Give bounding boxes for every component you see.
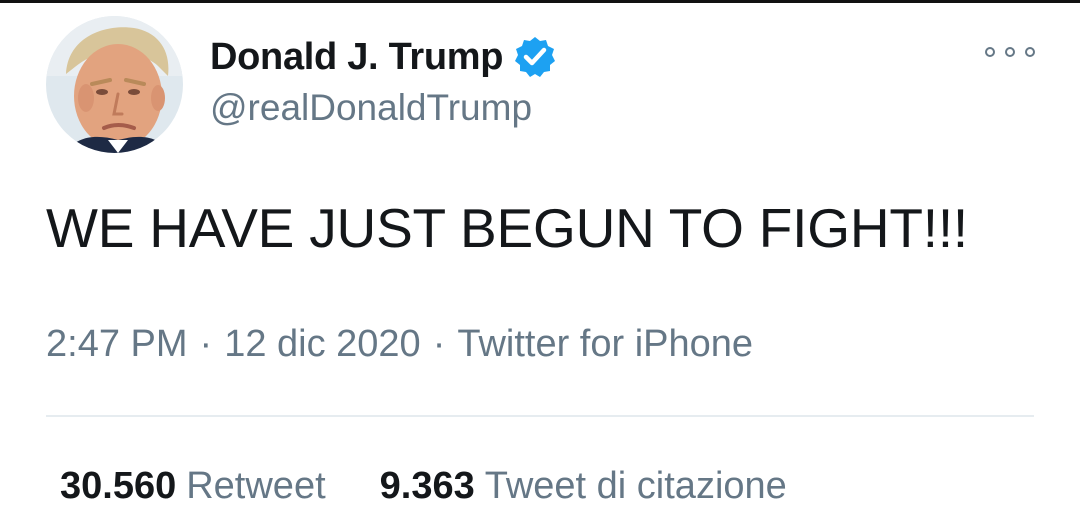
separator: · [432,323,446,365]
dot [1005,47,1015,57]
tweet-meta: 2:47 PM · 12 dic 2020 · Twitter for iPho… [46,323,753,366]
retweets-stat[interactable]: 30.560 Retweet [60,465,326,508]
tweet-stats: 30.560 Retweet 9.363 Tweet di citazione [60,465,787,508]
avatar[interactable] [46,16,183,153]
quotes-label: Tweet di citazione [484,465,787,507]
user-handle[interactable]: @realDonaldTrump [210,87,532,129]
more-options-icon[interactable] [985,41,1035,63]
tweet-source[interactable]: Twitter for iPhone [457,323,753,366]
retweets-label: Retweet [186,465,326,507]
tweet-text: WE HAVE JUST BEGUN TO FIGHT!!! [46,197,968,259]
quotes-count: 9.363 [379,465,475,507]
user-name-row: Donald J. Trump [210,33,557,81]
quotes-stat[interactable]: 9.363 Tweet di citazione [380,465,787,508]
verified-badge-icon [513,35,557,79]
avatar-image [46,16,183,153]
display-name[interactable]: Donald J. Trump [210,36,504,79]
separator: · [199,323,213,365]
dot [1025,47,1035,57]
retweets-count: 30.560 [60,465,177,507]
dot [985,47,995,57]
tweet-date[interactable]: 12 dic 2020 [224,323,421,366]
tweet-card: Donald J. Trump @realDonaldTrump WE HAVE… [0,0,1080,527]
divider [46,415,1034,417]
tweet-time[interactable]: 2:47 PM [46,323,188,366]
